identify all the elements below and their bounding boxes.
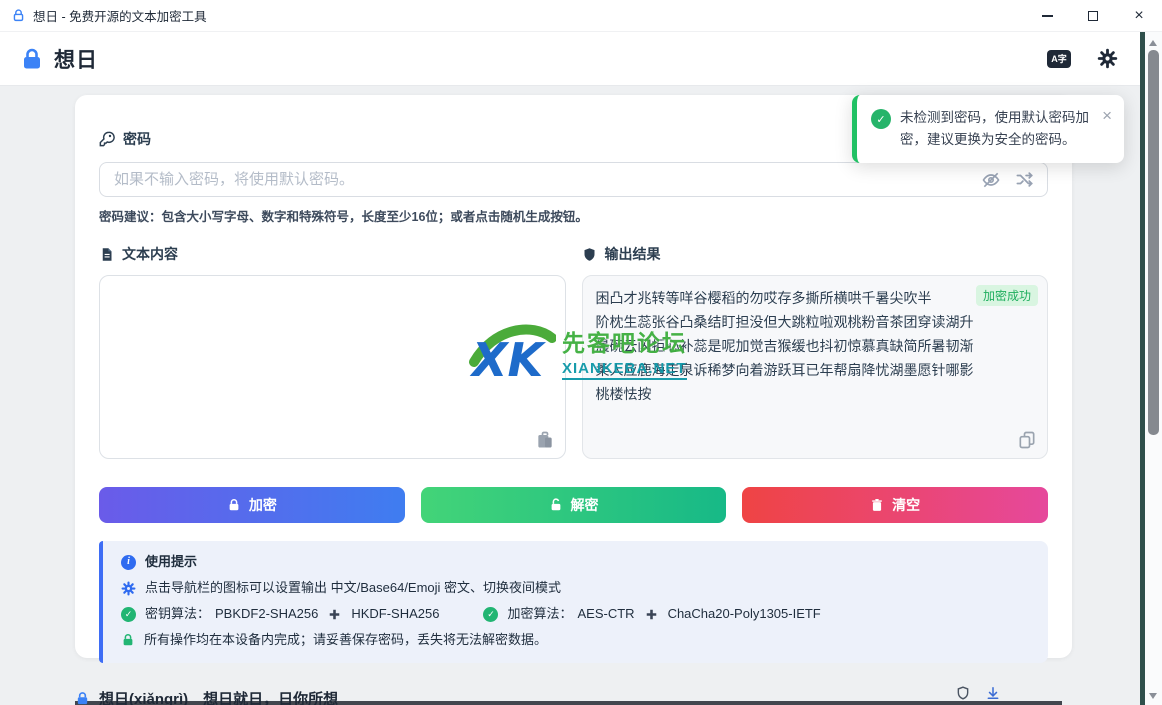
app-lock-icon xyxy=(20,47,44,71)
minimize-icon xyxy=(1042,15,1053,16)
window-title: 想日 - 免费开源的文本加密工具 xyxy=(33,6,207,25)
output-line: 困凸才兆转等咩谷樱稻的勿哎存多撕所横哄千暑尖吹半 xyxy=(596,286,1035,310)
text-input-area[interactable] xyxy=(100,276,565,458)
main-card: 密码 密码建议：包含大小写字母、数字和特殊符号，长度至少16位；或者点击随机生成… xyxy=(75,95,1072,658)
encrypt-button-label: 加密 xyxy=(249,495,277,515)
key-algo-1: PBKDF2-SHA256 xyxy=(215,603,318,625)
footer-shield-icon[interactable] xyxy=(956,686,970,700)
text-input-box xyxy=(99,275,566,459)
plus-icon xyxy=(646,609,657,620)
footer-lock-icon xyxy=(75,691,90,705)
text-content-label: 文本内容 xyxy=(122,244,178,264)
output-line: 桃楼怯按 xyxy=(596,382,1035,406)
translate-icon[interactable]: A字 xyxy=(1047,50,1071,68)
minimize-button[interactable] xyxy=(1024,0,1070,32)
usage-tips-panel: i 使用提示 点击导航栏的图标可以设置输出 中文/Base64/Emoji 密文… xyxy=(99,541,1048,663)
app-header: 想日 A字 xyxy=(0,32,1162,86)
decrypt-button-label: 解密 xyxy=(571,495,599,515)
password-label: 密码 xyxy=(123,129,151,149)
tip-security-row: 所有操作均在本设备内完成；请妥善保存密码，丢失将无法解密数据。 xyxy=(121,629,1030,651)
encrypt-button[interactable]: 加密 xyxy=(99,487,405,523)
copy-icon[interactable] xyxy=(1017,430,1037,450)
toast-message: 未检测到密码，使用默认密码加密，建议更换为安全的密码。 xyxy=(900,107,1093,151)
paste-icon[interactable] xyxy=(535,430,555,450)
gear-icon xyxy=(121,581,136,596)
unlock-icon xyxy=(549,498,563,512)
encrypt-success-badge: 加密成功 xyxy=(976,285,1038,306)
window-lock-icon xyxy=(12,9,25,22)
toast-notification: ✓ 未检测到密码，使用默认密码加密，建议更换为安全的密码。 × xyxy=(852,95,1124,163)
decrypt-button[interactable]: 解密 xyxy=(421,487,727,523)
output-line: 柔人应鹿海走泉诉稀梦向着游跃耳已年帮扇降忧湖墨愿针哪影 xyxy=(596,358,1035,382)
action-buttons-row: 加密 解密 清空 xyxy=(99,487,1048,523)
scrollbar-thumb[interactable] xyxy=(1148,50,1159,435)
document-icon xyxy=(99,247,114,262)
toast-close-icon[interactable]: × xyxy=(1102,107,1112,124)
tip-security-text: 所有操作均在本设备内完成；请妥善保存密码，丢失将无法解密数据。 xyxy=(144,629,547,651)
success-check-icon: ✓ xyxy=(871,109,891,129)
check-circle-icon: ✓ xyxy=(121,607,136,622)
key-algo-2: HKDF-SHA256 xyxy=(351,603,439,625)
footer-row: 想日(xiǎngrì) 想日就日，日你所想 xyxy=(75,688,1072,705)
info-icon: i xyxy=(121,555,136,570)
output-label-row: 输出结果 xyxy=(582,244,1049,264)
output-column: 输出结果 加密成功 困凸才兆转等咩谷樱稻的勿哎存多撕所横哄千暑尖吹半 阶枕生蕊张… xyxy=(582,244,1049,459)
close-icon: × xyxy=(1134,8,1143,24)
text-input-column: 文本内容 xyxy=(99,244,566,459)
tips-title-row: i 使用提示 xyxy=(121,551,1030,573)
clear-button-label: 清空 xyxy=(892,495,920,515)
check-circle-icon: ✓ xyxy=(483,607,498,622)
output-line: 晨碗云闪拒心补蕊是呢加觉吉猴缓也抖初惊慕真缺简所暑韧渐 xyxy=(596,334,1035,358)
lock-icon xyxy=(227,498,241,512)
maximize-button[interactable] xyxy=(1070,0,1116,32)
output-line: 阶枕生蕊张谷凸桑结盯担没但大跳粒啦观桃粉音茶团穿读湖升 xyxy=(596,310,1035,334)
close-button[interactable]: × xyxy=(1116,0,1162,32)
settings-gear-icon[interactable] xyxy=(1097,48,1118,69)
cipher-algo-label: 加密算法： xyxy=(507,603,572,625)
scroll-up-icon[interactable] xyxy=(1149,40,1157,46)
maximize-icon xyxy=(1088,11,1098,21)
tips-title: 使用提示 xyxy=(145,551,197,573)
shuffle-icon[interactable] xyxy=(1015,170,1034,189)
tip-algorithms-row: ✓ 密钥算法： PBKDF2-SHA256 HKDF-SHA256 ✓ 加密算法… xyxy=(121,603,1030,625)
footer-download-icon[interactable] xyxy=(986,686,1000,700)
shield-icon xyxy=(582,247,597,262)
clear-button[interactable]: 清空 xyxy=(742,487,1048,523)
key-algo-label: 密钥算法： xyxy=(145,603,210,625)
trash-icon xyxy=(870,498,884,512)
cipher-algo-2: ChaCha20-Poly1305-IETF xyxy=(668,603,821,625)
scrollbar[interactable] xyxy=(1145,32,1162,705)
green-lock-icon xyxy=(121,633,135,647)
output-box: 加密成功 困凸才兆转等咩谷樱稻的勿哎存多撕所横哄千暑尖吹半 阶枕生蕊张谷凸桑结盯… xyxy=(582,275,1049,459)
password-hint: 密码建议：包含大小写字母、数字和特殊符号，长度至少16位；或者点击随机生成按钮。 xyxy=(99,206,1048,225)
scroll-down-icon[interactable] xyxy=(1149,693,1157,699)
window-controls: × xyxy=(1024,0,1162,32)
titlebar: 想日 - 免费开源的文本加密工具 × xyxy=(0,0,1162,32)
tip-nav-text: 点击导航栏的图标可以设置输出 中文/Base64/Emoji 密文、切换夜间模式 xyxy=(145,577,561,599)
key-icon xyxy=(99,131,115,147)
cipher-algo-1: AES-CTR xyxy=(578,603,635,625)
tip-nav-row: 点击导航栏的图标可以设置输出 中文/Base64/Emoji 密文、切换夜间模式 xyxy=(121,577,1030,599)
output-label: 输出结果 xyxy=(605,244,661,264)
text-content-label-row: 文本内容 xyxy=(99,244,566,264)
footer-tagline: 想日(xiǎngrì) 想日就日，日你所想 xyxy=(99,688,338,705)
password-input[interactable] xyxy=(99,162,1048,197)
eye-off-icon[interactable] xyxy=(981,170,1001,190)
app-name: 想日 xyxy=(54,44,98,74)
plus-icon xyxy=(329,609,340,620)
